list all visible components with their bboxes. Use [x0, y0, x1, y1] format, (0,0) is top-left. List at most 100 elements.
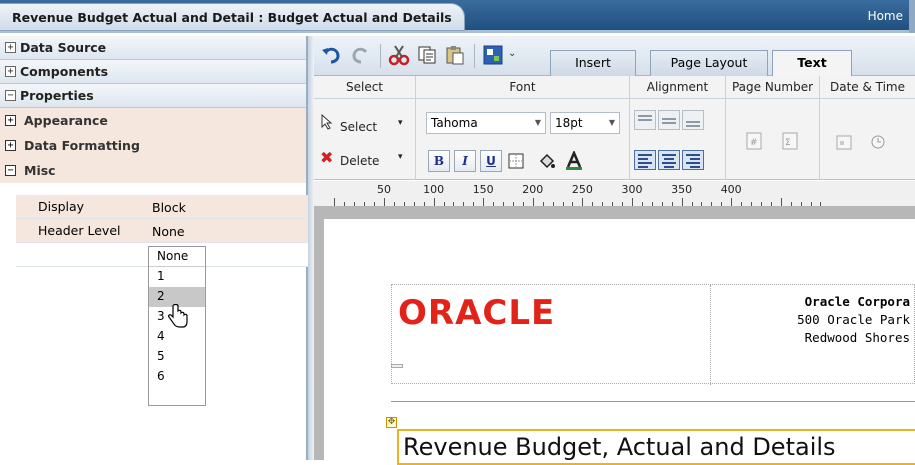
- ruler-tick: [423, 202, 425, 206]
- ruler-tick: [641, 202, 643, 206]
- delete-button[interactable]: Delete: [340, 154, 379, 168]
- section-label: Data Source: [20, 40, 107, 55]
- cut-icon[interactable]: [388, 44, 410, 66]
- expand-icon[interactable]: +: [5, 66, 16, 77]
- align-top-button[interactable]: [634, 110, 656, 130]
- ruler-tick: [681, 198, 683, 206]
- chevron-down-icon[interactable]: ▾: [398, 152, 403, 162]
- ruler-tick: [552, 202, 554, 206]
- align-middle-button[interactable]: [658, 110, 680, 130]
- property-value[interactable]: Block: [152, 200, 186, 215]
- font-color-icon[interactable]: [564, 151, 584, 171]
- subsection-label: Misc: [24, 163, 56, 178]
- tab-label: Insert: [575, 55, 611, 70]
- group-divider: [820, 98, 915, 99]
- dropdown-option[interactable]: 4: [149, 327, 205, 347]
- chevron-down-icon: ▼: [608, 118, 615, 127]
- toolbar-separator: [474, 44, 475, 68]
- horizontal-ruler: 50 100 150 200 250 300 350 400: [314, 181, 915, 207]
- svg-text:#: #: [750, 138, 758, 148]
- tab-label: Text: [797, 55, 827, 70]
- group-title: Font: [509, 80, 536, 94]
- ruler-label: 350: [671, 183, 693, 196]
- ruler-tick: [542, 202, 544, 206]
- copy-icon[interactable]: [416, 44, 438, 66]
- property-row-header-level[interactable]: Header Level None: [16, 219, 306, 243]
- dropdown-option[interactable]: None: [149, 247, 205, 267]
- ruler-tick: [711, 202, 713, 206]
- fill-color-icon[interactable]: [538, 152, 556, 170]
- section-separator: [391, 401, 915, 402]
- collapse-icon[interactable]: −: [5, 90, 16, 101]
- collapse-icon[interactable]: −: [5, 165, 16, 176]
- align-left-button[interactable]: [634, 150, 656, 170]
- font-size-select[interactable]: 18pt ▼: [550, 112, 620, 134]
- ruler-tick: [760, 202, 762, 206]
- home-link[interactable]: Home: [868, 9, 903, 23]
- subsection-appearance[interactable]: + Appearance: [0, 108, 306, 133]
- layout-canvas: ORACLE Oracle Corpora 500 Oracle Park Re…: [314, 207, 915, 465]
- font-name-select[interactable]: Tahoma ▼: [426, 112, 546, 134]
- chevron-down-icon[interactable]: ▾: [398, 118, 403, 128]
- clock-icon[interactable]: [870, 134, 886, 150]
- ruler-tick: [522, 202, 524, 206]
- titlebar-edge: [909, 0, 915, 33]
- section-components[interactable]: + Components: [0, 60, 306, 84]
- tab-text[interactable]: Text: [772, 50, 852, 77]
- select-button[interactable]: Select: [340, 120, 377, 134]
- subsection-misc[interactable]: − Misc: [0, 158, 306, 183]
- paste-icon[interactable]: [444, 44, 466, 66]
- dropdown-option[interactable]: 1: [149, 267, 205, 287]
- oracle-logo: ORACLE: [398, 293, 556, 333]
- ruler-tick: [453, 202, 455, 206]
- group-divider: [630, 98, 725, 99]
- expand-icon[interactable]: +: [5, 42, 16, 53]
- total-pages-icon[interactable]: Σ: [782, 132, 798, 150]
- italic-button[interactable]: I: [454, 150, 476, 172]
- chevron-down-icon[interactable]: ⌄: [508, 48, 516, 59]
- section-data-source[interactable]: + Data Source: [0, 36, 306, 60]
- move-handle-icon[interactable]: ✥: [386, 417, 397, 428]
- underline-button[interactable]: U: [480, 150, 502, 172]
- title-bar: Revenue Budget Actual and Detail : Budge…: [0, 0, 915, 33]
- report-title-text: Revenue Budget Actual and Detail : Budge…: [12, 10, 452, 25]
- ruler-label: 100: [423, 183, 445, 196]
- group-title: Alignment: [646, 80, 709, 94]
- align-right-button[interactable]: [682, 150, 704, 170]
- subsection-data-formatting[interactable]: + Data Formatting: [0, 133, 306, 158]
- ruler-tick: [721, 202, 723, 206]
- property-row-display[interactable]: Display Block: [16, 195, 306, 219]
- tab-page-layout[interactable]: Page Layout: [650, 50, 768, 76]
- border-icon[interactable]: [508, 153, 524, 169]
- hand-cursor-icon: [168, 304, 188, 328]
- dropdown-option[interactable]: 6: [149, 367, 205, 387]
- align-bottom-button[interactable]: [682, 110, 704, 130]
- ruler-label: 50: [377, 183, 391, 196]
- ruler-tick: [483, 198, 485, 206]
- property-value[interactable]: None: [152, 224, 185, 239]
- redo-icon[interactable]: [350, 44, 372, 66]
- bold-button[interactable]: B: [428, 150, 450, 172]
- ruler-tick: [691, 202, 693, 206]
- ruler-tick: [622, 202, 624, 206]
- calendar-icon[interactable]: [836, 134, 852, 150]
- dropdown-option[interactable]: 5: [149, 347, 205, 367]
- ruler-label: 150: [472, 183, 494, 196]
- ruler-tick: [661, 202, 663, 206]
- ruler-tick: [493, 202, 495, 206]
- expand-icon[interactable]: +: [5, 140, 16, 151]
- align-center-button[interactable]: [658, 150, 680, 170]
- report-header-grid[interactable]: ORACLE Oracle Corpora 500 Oracle Park Re…: [391, 284, 915, 385]
- undo-icon[interactable]: [320, 44, 342, 66]
- page-number-icon[interactable]: #: [746, 132, 762, 150]
- ruler-tick: [403, 202, 405, 206]
- resize-handle[interactable]: [391, 364, 403, 368]
- expand-icon[interactable]: +: [5, 115, 16, 126]
- insert-component-icon[interactable]: [482, 44, 504, 66]
- ruler-tick: [632, 198, 633, 206]
- section-properties[interactable]: − Properties: [0, 84, 306, 108]
- tab-insert[interactable]: Insert: [550, 50, 636, 76]
- report-title-tab[interactable]: Revenue Budget Actual and Detail : Budge…: [0, 3, 465, 31]
- ruler-tick: [612, 202, 614, 206]
- svg-text:Σ: Σ: [785, 138, 791, 148]
